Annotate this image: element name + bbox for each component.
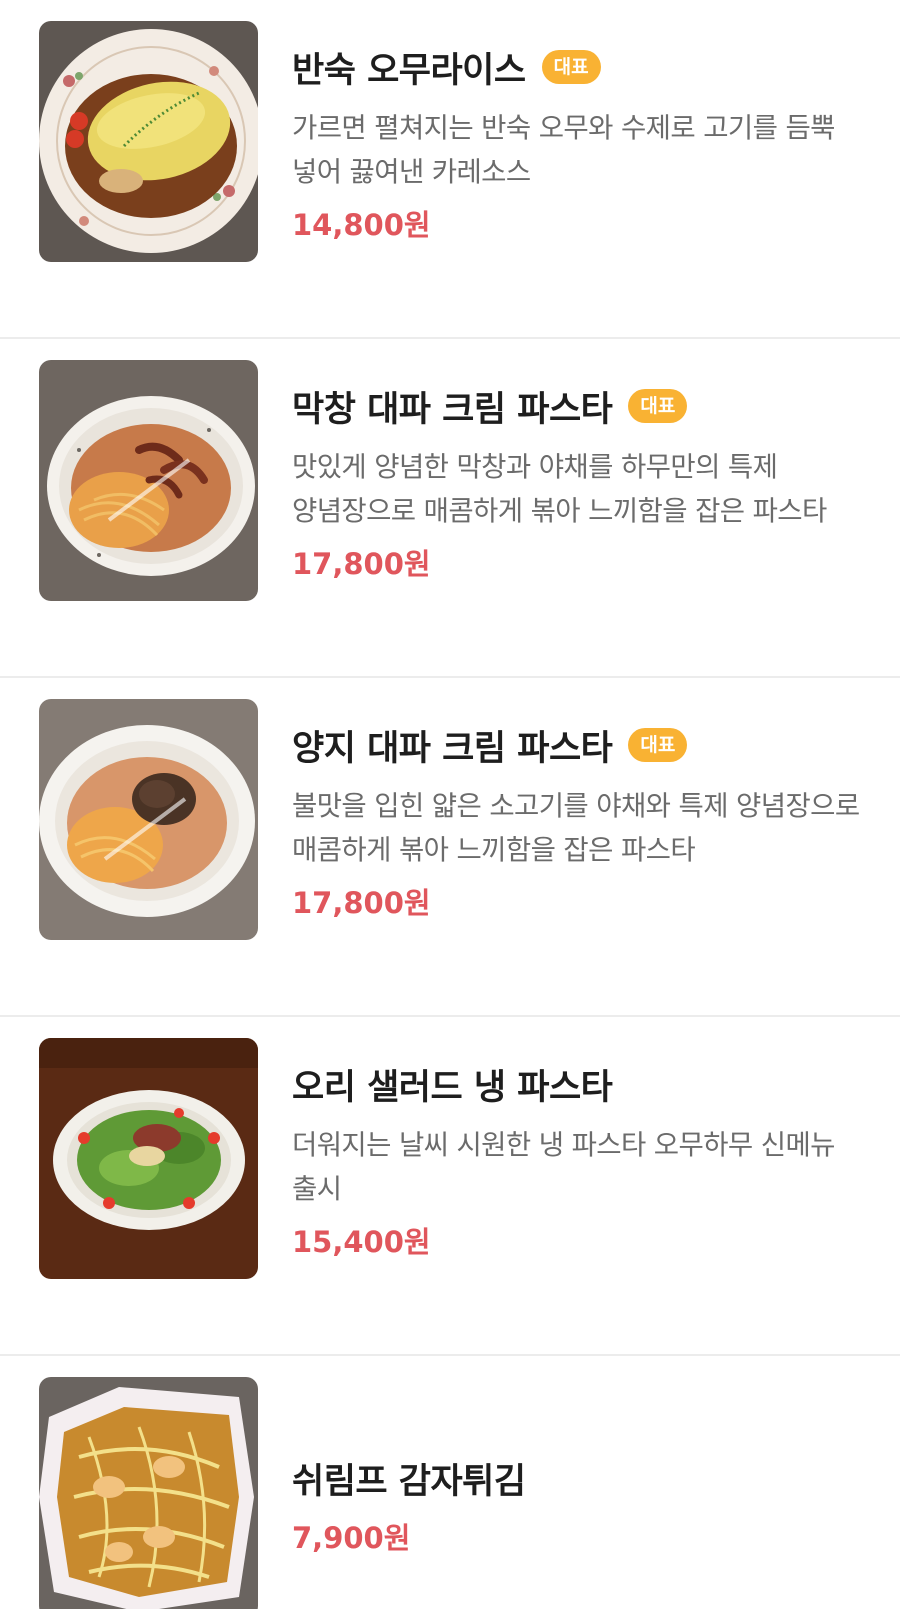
omurice-photo [39,21,258,262]
menu-info: 오리 샐러드 냉 파스타 더워지는 날씨 시원한 냉 파스타 오무하무 신메뉴 … [292,1059,872,1261]
menu-info: 양지 대파 크림 파스타 대표 불맛을 입힌 얇은 소고기를 야채와 특제 양념… [292,720,872,922]
title-row: 양지 대파 크림 파스타 대표 [292,720,872,770]
duck-salad-photo [39,1038,258,1279]
menu-item[interactable]: 오리 샐러드 냉 파스타 더워지는 날씨 시원한 냉 파스타 오무하무 신메뉴 … [0,1017,900,1356]
menu-name: 양지 대파 크림 파스타 [292,728,613,769]
title-row: 쉬림프 감자튀김 [292,1453,872,1503]
menu-item[interactable]: 반숙 오무라이스 대표 가르면 펼쳐지는 반숙 오무와 수제로 고기를 듬뿍 넣… [0,0,900,339]
menu-name: 쉬림프 감자튀김 [292,1461,526,1502]
menu-item[interactable]: 쉬림프 감자튀김 7,900원 [0,1356,900,1609]
shrimp-fries-photo [39,1377,258,1609]
menu-name: 반숙 오무라이스 [292,50,526,91]
menu-info: 쉬림프 감자튀김 7,900원 [292,1453,872,1557]
menu-price: 7,900원 [292,1521,411,1555]
menu-item[interactable]: 막창 대파 크림 파스타 대표 맛있게 양념한 막창과 야채를 하무만의 특제 … [0,339,900,678]
title-row: 막창 대파 크림 파스타 대표 [292,381,872,431]
makchang-pasta-photo [39,360,258,601]
menu-description: 가르면 펼쳐지는 반숙 오무와 수제로 고기를 듬뿍 넣어 끓여낸 카레소스 [292,112,835,188]
signature-badge: 대표 [628,728,688,762]
menu-description: 더워지는 날씨 시원한 냉 파스타 오무하무 신메뉴 출시 [292,1129,835,1205]
menu-item[interactable]: 양지 대파 크림 파스타 대표 불맛을 입힌 얇은 소고기를 야채와 특제 양념… [0,678,900,1017]
menu-price: 17,800원 [292,886,431,920]
menu-description: 불맛을 입힌 얇은 소고기를 야채와 특제 양념장으로 매콤하게 볶아 느끼함을… [292,790,860,866]
title-row: 반숙 오무라이스 대표 [292,42,872,92]
menu-list: 반숙 오무라이스 대표 가르면 펼쳐지는 반숙 오무와 수제로 고기를 듬뿍 넣… [0,0,900,1609]
menu-info: 막창 대파 크림 파스타 대표 맛있게 양념한 막창과 야채를 하무만의 특제 … [292,381,872,583]
menu-name: 오리 샐러드 냉 파스타 [292,1067,613,1108]
brisket-pasta-photo [39,699,258,940]
menu-info: 반숙 오무라이스 대표 가르면 펼쳐지는 반숙 오무와 수제로 고기를 듬뿍 넣… [292,42,872,244]
signature-badge: 대표 [541,50,601,84]
menu-price: 15,400원 [292,1225,431,1259]
menu-name: 막창 대파 크림 파스타 [292,389,613,430]
menu-price: 17,800원 [292,547,431,581]
menu-price: 14,800원 [292,208,431,242]
signature-badge: 대표 [628,389,688,423]
menu-description: 맛있게 양념한 막창과 야채를 하무만의 특제 양념장으로 매콤하게 볶아 느끼… [292,451,827,527]
title-row: 오리 샐러드 냉 파스타 [292,1059,872,1109]
